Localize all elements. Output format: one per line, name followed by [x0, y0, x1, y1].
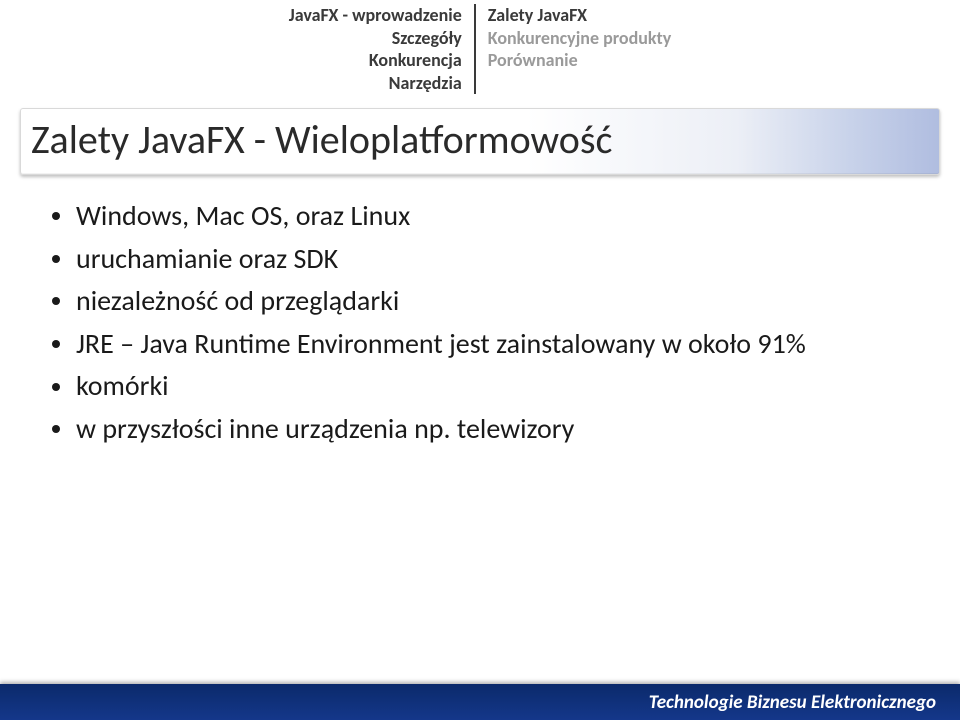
bullet-text: niezależność od przeglądarki — [76, 283, 399, 318]
bullet-item: uruchamianie oraz SDK — [52, 239, 920, 280]
bullet-item: JRE – Java Runtime Environment jest zain… — [52, 324, 920, 365]
bullet-text: Windows, Mac OS, oraz Linux — [76, 198, 410, 233]
nav-separator — [474, 4, 476, 94]
nav-right-item-active: Zalety JavaFX — [488, 4, 587, 27]
nav-left-column: JavaFX - wprowadzenie Szczegóły Konkuren… — [289, 4, 462, 94]
bullet-item: w przyszłości inne urządzenia np. telewi… — [52, 409, 920, 450]
footer-bar: Technologie Biznesu Elektronicznego — [0, 684, 960, 720]
bullet-text: w przyszłości inne urządzenia np. telewi… — [76, 411, 574, 446]
nav-right-item: Konkurencyjne produkty — [488, 27, 671, 50]
footer-text: Technologie Biznesu Elektronicznego — [649, 691, 936, 714]
nav-left-item: JavaFX - wprowadzenie — [289, 4, 462, 27]
bullet-text: uruchamianie oraz SDK — [76, 241, 338, 276]
breadcrumb-nav: JavaFX - wprowadzenie Szczegóły Konkuren… — [0, 4, 960, 94]
nav-left-item: Narzędzia — [389, 72, 462, 95]
bullet-text: komórki — [76, 368, 169, 403]
bullet-item: niezależność od przeglądarki — [52, 281, 920, 322]
bullet-item: Windows, Mac OS, oraz Linux — [52, 196, 920, 237]
bullet-item: komórki — [52, 366, 920, 407]
nav-right-item: Porównanie — [488, 49, 578, 72]
slide-content: Windows, Mac OS, oraz Linux uruchamianie… — [52, 196, 920, 452]
nav-right-column: Zalety JavaFX Konkurencyjne produkty Por… — [488, 4, 671, 94]
nav-left-item: Konkurencja — [369, 49, 462, 72]
bullet-text: JRE – Java Runtime Environment jest zain… — [76, 326, 806, 361]
slide-title: Zalety JavaFX - Wieloplatformowość — [31, 115, 929, 164]
slide: JavaFX - wprowadzenie Szczegóły Konkuren… — [0, 0, 960, 720]
nav-left-item: Szczegóły — [392, 27, 462, 50]
bullet-list: Windows, Mac OS, oraz Linux uruchamianie… — [52, 196, 920, 450]
slide-title-box: Zalety JavaFX - Wieloplatformowość — [20, 108, 940, 175]
